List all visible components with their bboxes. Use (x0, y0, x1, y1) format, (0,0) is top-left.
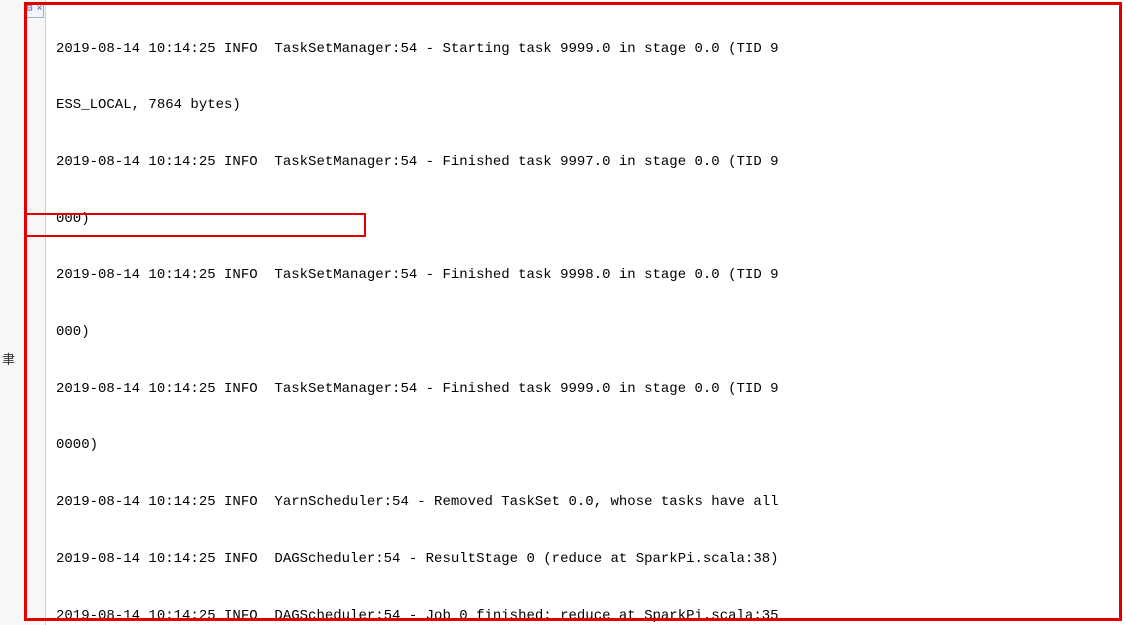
log-line: 2019-08-14 10:14:25 INFO TaskSetManager:… (56, 40, 1126, 59)
log-line: 2019-08-14 10:14:25 INFO DAGScheduler:54… (56, 607, 1126, 625)
editor-gutter: ⊟ × (0, 0, 46, 625)
pane-control-badge[interactable]: ⊟ × (24, 2, 44, 18)
log-line: 2019-08-14 10:14:25 INFO DAGScheduler:54… (56, 550, 1126, 569)
log-line: 000) (56, 323, 1126, 342)
log-output-pane[interactable]: 2019-08-14 10:14:25 INFO TaskSetManager:… (56, 0, 1126, 625)
log-line: 000) (56, 210, 1126, 229)
log-line: ESS_LOCAL, 7864 bytes) (56, 96, 1126, 115)
sidebar-glyph: 聿 (2, 352, 15, 370)
log-line: 2019-08-14 10:14:25 INFO TaskSetManager:… (56, 153, 1126, 172)
log-line: 2019-08-14 10:14:25 INFO YarnScheduler:5… (56, 493, 1126, 512)
log-line: 2019-08-14 10:14:25 INFO TaskSetManager:… (56, 266, 1126, 285)
log-line: 0000) (56, 436, 1126, 455)
log-line: 2019-08-14 10:14:25 INFO TaskSetManager:… (56, 380, 1126, 399)
